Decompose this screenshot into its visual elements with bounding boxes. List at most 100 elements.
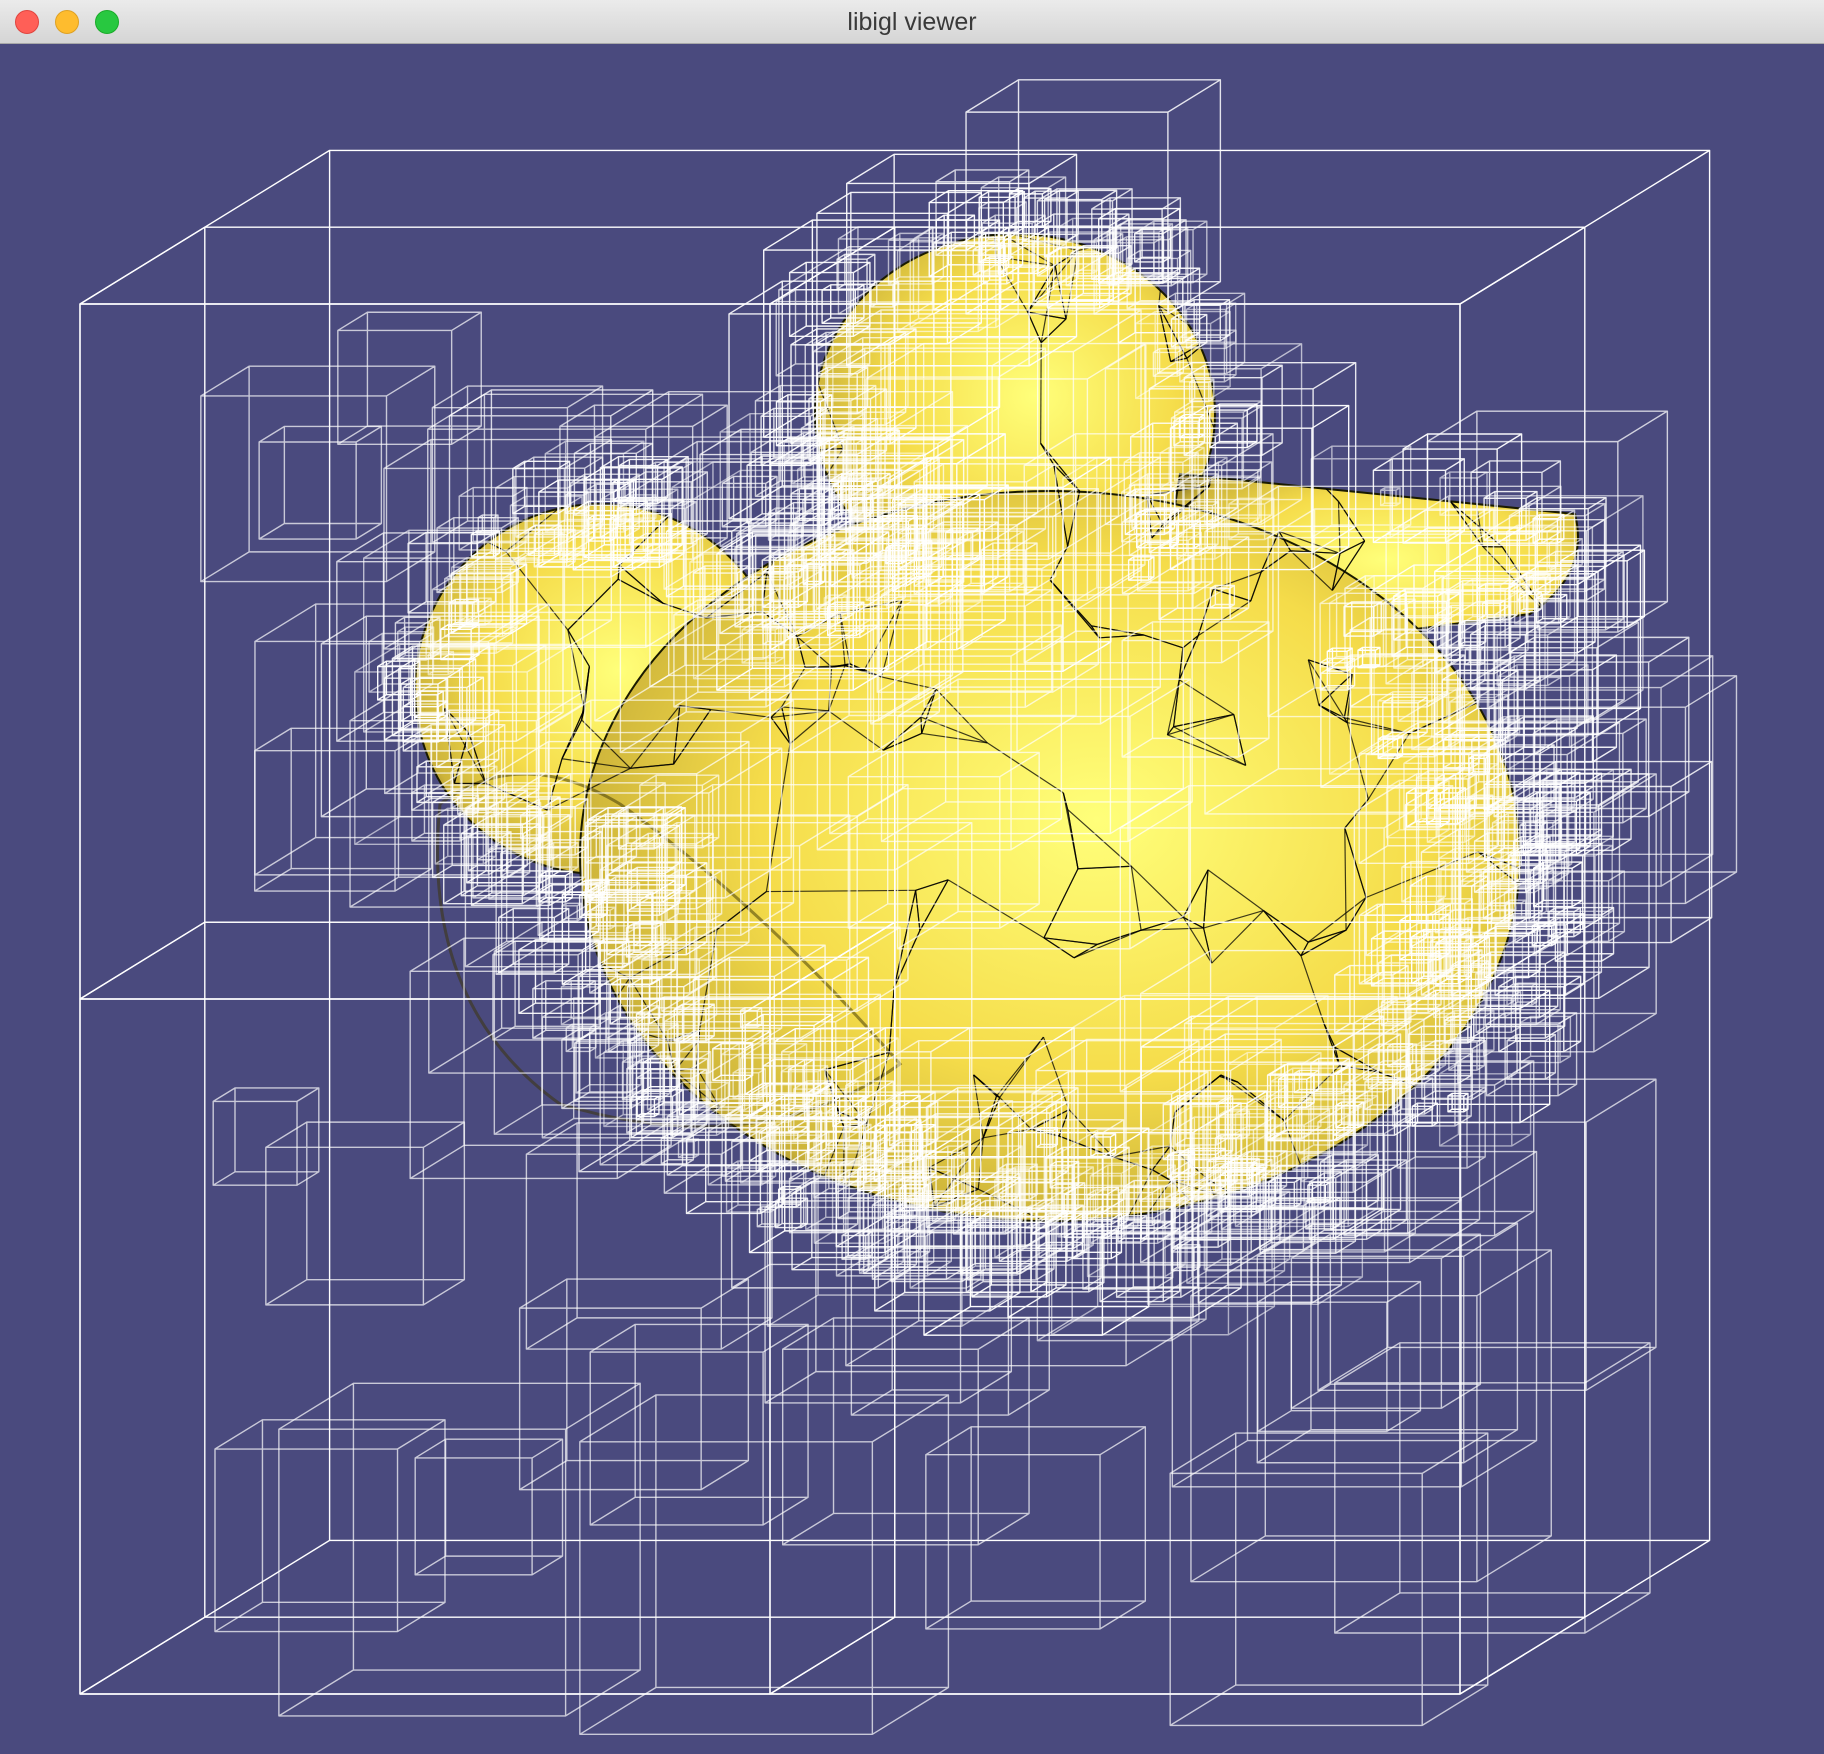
- mesh-edge: [415, 358, 426, 365]
- mesh-edge: [875, 256, 879, 281]
- mesh-edge: [423, 1136, 434, 1221]
- mesh-edge: [423, 1090, 475, 1138]
- mesh-edge: [425, 350, 459, 360]
- zoom-button[interactable]: [95, 10, 119, 34]
- minimize-button[interactable]: [55, 10, 79, 34]
- mesh-edge: [1391, 242, 1399, 332]
- mesh-edge: [425, 358, 456, 383]
- mesh-edge: [473, 1090, 525, 1135]
- mesh-edge: [1469, 256, 1569, 309]
- mesh-edge: [714, 335, 801, 346]
- mesh-edge: [1391, 242, 1399, 332]
- mesh-edge: [333, 900, 343, 916]
- mesh-edge: [308, 612, 356, 639]
- mesh-edge: [690, 317, 716, 346]
- mesh-edge: [1262, 255, 1301, 327]
- mesh-edge: [657, 234, 725, 295]
- mesh-edge: [370, 950, 396, 1027]
- mesh-edge: [1397, 307, 1471, 333]
- mesh-edge: [473, 1077, 486, 1091]
- octree-cell: [1485, 1012, 1578, 1097]
- mesh-edge: [454, 351, 459, 383]
- mesh-edge: [423, 1136, 477, 1139]
- mesh-edge: [562, 350, 628, 362]
- mesh-edge: [1469, 307, 1524, 387]
- mesh-edge: [473, 1090, 525, 1135]
- mesh-edge: [652, 317, 692, 365]
- mesh-edge: [415, 358, 426, 365]
- window-title: libigl viewer: [847, 8, 977, 36]
- mesh-edge: [473, 1090, 478, 1138]
- mesh-edge: [391, 270, 400, 364]
- mesh-edge: [496, 266, 544, 313]
- octree-cell: [589, 1323, 809, 1526]
- mesh-edge: [653, 344, 716, 365]
- mesh-edge: [318, 883, 369, 950]
- mesh-edge: [308, 556, 312, 612]
- mesh-edge: [499, 234, 519, 312]
- mesh-edge: [683, 1206, 726, 1221]
- mesh-edge: [499, 266, 544, 313]
- mesh-edge: [425, 358, 456, 383]
- octree-cell: [781, 1317, 1030, 1546]
- mesh-edge: [1522, 351, 1552, 387]
- mesh-edge: [318, 883, 342, 916]
- mesh-edge: [476, 1137, 524, 1150]
- mesh-edge: [690, 234, 749, 319]
- mesh-edge: [657, 293, 692, 319]
- mesh-edge: [724, 1213, 760, 1221]
- mesh-edge: [476, 1137, 524, 1150]
- mesh-edge: [522, 1133, 526, 1150]
- mesh-edge: [1300, 242, 1393, 257]
- mesh-edge: [308, 556, 312, 612]
- mesh-edge: [342, 916, 369, 950]
- mesh-edge: [1300, 242, 1393, 257]
- mesh-edge: [1331, 418, 1347, 423]
- mesh-edge: [517, 234, 544, 268]
- mesh-edge: [485, 1077, 525, 1135]
- title-bar[interactable]: libigl viewer: [0, 0, 1824, 44]
- mesh-edge: [342, 916, 369, 950]
- mesh-edge: [357, 1234, 433, 1245]
- mesh-edge: [1365, 331, 1399, 403]
- mesh-edge: [318, 883, 342, 916]
- mesh-edge: [457, 311, 498, 352]
- mesh-edge: [334, 1027, 396, 1093]
- 3d-viewport[interactable]: [0, 44, 1824, 1754]
- mesh-edge: [1466, 386, 1524, 446]
- scene-canvas[interactable]: [0, 44, 1824, 1754]
- mesh-edge: [496, 266, 544, 313]
- mesh-edge: [425, 350, 459, 360]
- mesh-edge: [652, 317, 692, 365]
- mesh-edge: [725, 1230, 763, 1237]
- mesh-edge: [1331, 418, 1347, 423]
- octree-cell: [265, 1121, 466, 1306]
- mesh-edge: [370, 950, 396, 1027]
- mesh-edge: [1550, 256, 1570, 353]
- mesh-edge: [1432, 1092, 1514, 1184]
- mesh-edge: [496, 311, 563, 352]
- mesh-edge: [1469, 307, 1552, 353]
- mesh-edge: [562, 350, 628, 362]
- octree-cell: [925, 1426, 1147, 1630]
- mesh-edge: [322, 502, 382, 560]
- octree-cell: [254, 727, 433, 892]
- mesh-edge: [591, 1159, 684, 1208]
- mesh-edge: [627, 360, 654, 366]
- mesh-edge: [499, 266, 544, 313]
- mesh-edge: [699, 228, 723, 229]
- mesh-edge: [657, 293, 692, 319]
- mesh-edge: [415, 474, 438, 517]
- mesh-edge: [312, 502, 322, 556]
- mesh-edge: [357, 1186, 412, 1245]
- mesh-edge: [415, 364, 420, 412]
- close-button[interactable]: [15, 10, 39, 34]
- mesh-edge: [415, 358, 426, 365]
- mesh-edge: [699, 230, 748, 232]
- app-window: libigl viewer: [0, 0, 1824, 1754]
- mesh-edge: [500, 311, 563, 352]
- mesh-edge: [457, 311, 501, 352]
- mesh-edge: [476, 1078, 487, 1138]
- mesh-edge: [415, 1136, 425, 1221]
- mesh-edge: [1469, 307, 1524, 387]
